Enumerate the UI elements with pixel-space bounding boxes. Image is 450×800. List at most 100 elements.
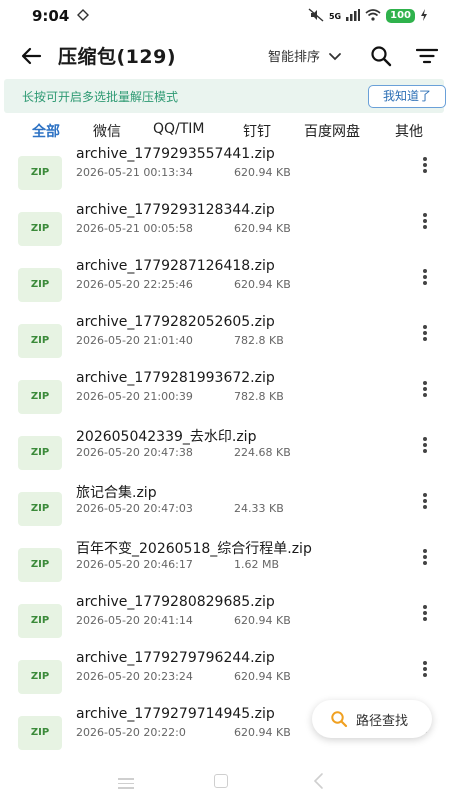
more-options-button[interactable] [418, 267, 432, 287]
file-size: 24.33 KB [234, 502, 284, 515]
recent-apps-button[interactable] [118, 778, 134, 789]
more-options-button[interactable] [418, 491, 432, 511]
status-bar: 9:04 5G 100 [0, 0, 450, 32]
zip-file-icon: ZIP [18, 660, 62, 694]
file-name: archive_1779293557441.zip [76, 146, 275, 162]
file-name: 旅记合集.zip [76, 485, 157, 501]
file-list: ZIP archive_1779293557441.zip 2026-05-21… [0, 144, 450, 764]
file-date: 2026-05-20 20:47:03 [76, 502, 193, 515]
mute-icon [308, 7, 324, 25]
more-options-button[interactable] [418, 379, 432, 399]
file-size: 224.68 KB [234, 446, 291, 459]
page-title: 压缩包(129) [58, 46, 177, 68]
more-options-button[interactable] [418, 435, 432, 455]
list-item[interactable]: ZIP archive_1779282052605.zip 2026-05-20… [0, 312, 450, 368]
sort-label: 智能排序 [268, 50, 321, 65]
zip-file-icon: ZIP [18, 324, 62, 358]
file-date: 2026-05-20 20:41:14 [76, 614, 193, 627]
file-name: 202605042339_去水印.zip [76, 429, 257, 445]
list-item[interactable]: ZIP archive_1779293557441.zip 2026-05-21… [0, 144, 450, 200]
file-date: 2026-05-20 22:25:46 [76, 278, 193, 291]
list-item[interactable]: ZIP archive_1779280829685.zip 2026-05-20… [0, 592, 450, 648]
file-name: archive_1779287126418.zip [76, 258, 275, 274]
list-item[interactable]: ZIP 百年不变_20260518_综合行程单.zip 2026-05-20 2… [0, 536, 450, 592]
zip-file-icon: ZIP [18, 716, 62, 750]
zip-file-icon: ZIP [18, 492, 62, 526]
file-size: 782.8 KB [234, 334, 284, 347]
file-name: archive_1779280829685.zip [76, 594, 275, 610]
path-search-button[interactable]: 路径查找 [312, 700, 432, 738]
chevron-down-icon [329, 52, 341, 60]
system-nav-bar [0, 764, 450, 800]
source-tabs: 全部 微信 QQ/TIM 钉钉 百度网盘 其他 [0, 118, 450, 146]
zip-file-icon: ZIP [18, 212, 62, 246]
network-label: 5G [328, 11, 342, 21]
more-options-button[interactable] [418, 211, 432, 231]
more-options-button[interactable] [418, 155, 432, 175]
tab-other[interactable]: 其他 [395, 121, 423, 141]
file-name: archive_1779282052605.zip [76, 314, 275, 330]
zip-file-icon: ZIP [18, 380, 62, 414]
file-date: 2026-05-20 21:01:40 [76, 334, 193, 347]
tip-banner: 长按可开启多选批量解压模式 我知道了 [4, 79, 446, 113]
home-button[interactable] [214, 774, 228, 788]
zip-file-icon: ZIP [18, 156, 62, 190]
file-size: 620.94 KB [234, 726, 291, 739]
file-size: 1.62 MB [234, 558, 280, 571]
tab-baidu-netdisk[interactable]: 百度网盘 [304, 121, 360, 141]
file-name: 百年不变_20260518_综合行程单.zip [76, 541, 312, 557]
search-icon [371, 46, 392, 67]
search-button[interactable] [370, 45, 392, 67]
file-date: 2026-05-21 00:05:58 [76, 222, 193, 235]
file-name: archive_1779281993672.zip [76, 370, 275, 386]
file-size: 620.94 KB [234, 222, 291, 235]
tab-all[interactable]: 全部 [32, 121, 60, 141]
file-name: archive_1779293128344.zip [76, 202, 275, 218]
sort-dropdown[interactable]: 智能排序 [268, 46, 342, 65]
search-icon [331, 711, 348, 728]
file-size: 782.8 KB [234, 390, 284, 403]
more-options-button[interactable] [418, 603, 432, 623]
more-options-button[interactable] [418, 547, 432, 567]
file-size: 620.94 KB [234, 278, 291, 291]
charging-icon [420, 8, 428, 24]
tip-text: 长按可开启多选批量解压模式 [22, 90, 179, 104]
file-date: 2026-05-21 00:13:34 [76, 166, 193, 179]
back-chevron-icon [313, 773, 323, 789]
file-name: archive_1779279714945.zip [76, 706, 275, 722]
file-date: 2026-05-20 20:23:24 [76, 670, 193, 683]
zip-file-icon: ZIP [18, 548, 62, 582]
zip-file-icon: ZIP [18, 268, 62, 302]
zip-file-icon: ZIP [18, 436, 62, 470]
file-name: archive_1779279796244.zip [76, 650, 275, 666]
status-time: 9:04 [32, 7, 70, 25]
tab-qq-tim[interactable]: QQ/TIM [153, 121, 205, 137]
file-date: 2026-05-20 20:46:17 [76, 558, 193, 571]
system-back-button[interactable] [312, 772, 326, 790]
tab-wechat[interactable]: 微信 [93, 121, 121, 141]
list-item[interactable]: ZIP archive_1779279796244.zip 2026-05-20… [0, 648, 450, 704]
path-search-label: 路径查找 [356, 713, 409, 729]
signal-icon [346, 8, 361, 24]
filter-button[interactable] [415, 47, 439, 65]
list-item[interactable]: ZIP archive_1779281993672.zip 2026-05-20… [0, 368, 450, 424]
file-size: 620.94 KB [234, 166, 291, 179]
more-options-button[interactable] [418, 659, 432, 679]
wifi-icon [365, 8, 381, 24]
list-item[interactable]: ZIP 旅记合集.zip 2026-05-20 20:47:03 24.33 K… [0, 480, 450, 536]
dismiss-tip-button[interactable]: 我知道了 [368, 85, 446, 108]
file-date: 2026-05-20 21:00:39 [76, 390, 193, 403]
back-button[interactable] [20, 44, 44, 68]
file-size: 620.94 KB [234, 670, 291, 683]
battery-indicator: 100 [386, 9, 415, 23]
file-date: 2026-05-20 20:47:38 [76, 446, 193, 459]
zip-file-icon: ZIP [18, 604, 62, 638]
list-item[interactable]: ZIP 202605042339_去水印.zip 2026-05-20 20:4… [0, 424, 450, 480]
list-item[interactable]: ZIP archive_1779293128344.zip 2026-05-21… [0, 200, 450, 256]
top-app-bar: 压缩包(129) 智能排序 [0, 32, 450, 78]
back-arrow-icon [21, 47, 42, 65]
tab-dingtalk[interactable]: 钉钉 [243, 121, 271, 141]
more-options-button[interactable] [418, 323, 432, 343]
list-item[interactable]: ZIP archive_1779287126418.zip 2026-05-20… [0, 256, 450, 312]
filter-icon [415, 48, 439, 64]
